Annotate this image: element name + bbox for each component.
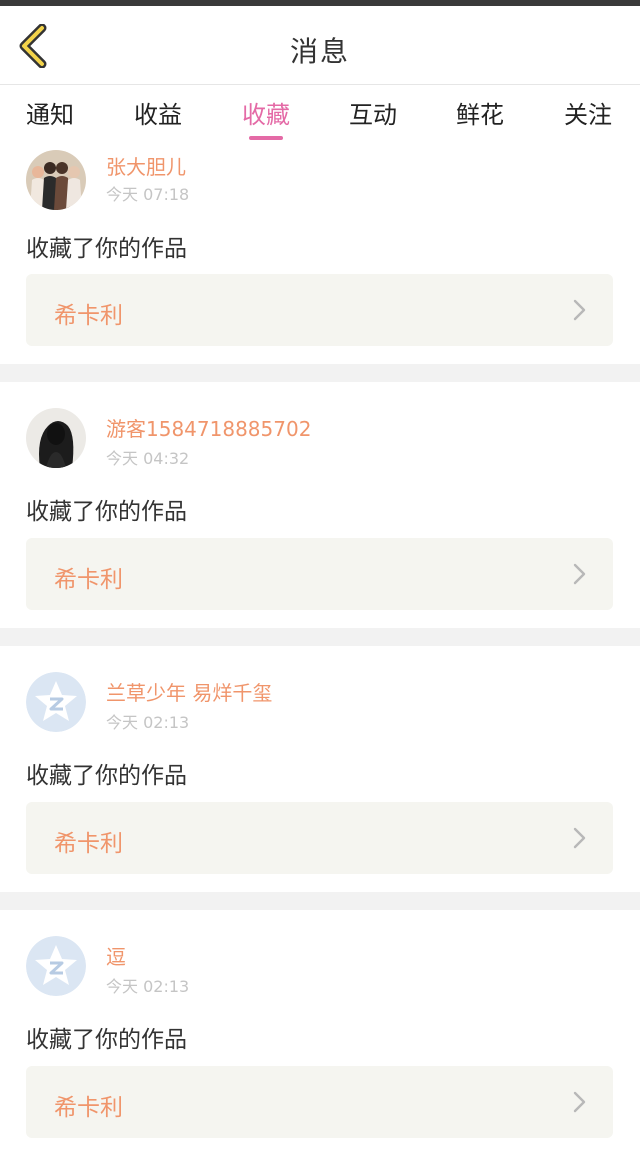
- separator: [0, 628, 640, 646]
- avatar[interactable]: [26, 672, 86, 732]
- tab-label: 鲜花: [456, 101, 504, 129]
- active-tab-indicator: [249, 136, 283, 140]
- list-item: 逗 今天 02:13 收藏了你的作品 希卡利: [0, 910, 640, 1155]
- avatar[interactable]: [26, 408, 86, 468]
- action-text: 收藏了你的作品: [26, 236, 187, 262]
- chevron-right-icon: [573, 827, 586, 849]
- action-text: 收藏了你的作品: [26, 763, 187, 789]
- tab-label: 收藏: [242, 101, 290, 129]
- user-name[interactable]: 张大胆儿: [106, 151, 186, 180]
- page-title: 消息: [289, 35, 350, 68]
- work-link[interactable]: 希卡利: [26, 538, 613, 610]
- work-link[interactable]: 希卡利: [26, 274, 613, 346]
- list-item: 兰草少年 易烊千玺 今天 02:13 收藏了你的作品 希卡利: [0, 646, 640, 892]
- user-name[interactable]: 游客1584718885702: [106, 413, 311, 442]
- timestamp: 今天 04:32: [106, 449, 190, 468]
- timestamp: 今天 02:13: [106, 977, 190, 996]
- tab-favorites[interactable]: 收藏: [216, 95, 316, 140]
- tab-label: 收益: [134, 101, 182, 129]
- work-title: 希卡利: [54, 1095, 123, 1121]
- tab-label: 互动: [349, 101, 397, 129]
- chevron-right-icon: [573, 1091, 586, 1113]
- work-link[interactable]: 希卡利: [26, 802, 613, 874]
- timestamp: 今天 07:18: [106, 185, 190, 204]
- work-title: 希卡利: [54, 303, 123, 329]
- list-item: 游客1584718885702 今天 04:32 收藏了你的作品 希卡利: [0, 382, 640, 628]
- tab-label: 通知: [26, 101, 74, 129]
- tab-flowers[interactable]: 鲜花: [430, 95, 530, 130]
- work-title: 希卡利: [54, 567, 123, 593]
- default-star-avatar-icon: [26, 936, 86, 996]
- chevron-right-icon: [573, 299, 586, 321]
- group-photo-avatar: [26, 150, 86, 210]
- top-bar: 消息: [0, 6, 640, 85]
- girl-photo-avatar: [26, 408, 86, 468]
- tab-interaction[interactable]: 互动: [323, 95, 423, 130]
- tab-income[interactable]: 收益: [108, 95, 208, 130]
- action-text: 收藏了你的作品: [26, 1027, 187, 1053]
- user-name[interactable]: 逗: [106, 941, 126, 970]
- default-star-avatar-icon: [26, 672, 86, 732]
- timestamp: 今天 02:13: [106, 713, 190, 732]
- list-item: 张大胆儿 今天 07:18 收藏了你的作品 希卡利: [0, 147, 640, 364]
- avatar[interactable]: [26, 150, 86, 210]
- tab-label: 关注: [564, 101, 612, 129]
- separator: [0, 892, 640, 910]
- tab-bar: 通知 收益 收藏 互动 鲜花 关注: [0, 85, 640, 147]
- work-title: 希卡利: [54, 831, 123, 857]
- work-link[interactable]: 希卡利: [26, 1066, 613, 1138]
- avatar[interactable]: [26, 936, 86, 996]
- tab-follow[interactable]: 关注: [538, 95, 638, 130]
- chevron-right-icon: [573, 563, 586, 585]
- separator: [0, 364, 640, 382]
- action-text: 收藏了你的作品: [26, 499, 187, 525]
- tab-notify[interactable]: 通知: [0, 95, 100, 130]
- user-name[interactable]: 兰草少年 易烊千玺: [106, 677, 272, 706]
